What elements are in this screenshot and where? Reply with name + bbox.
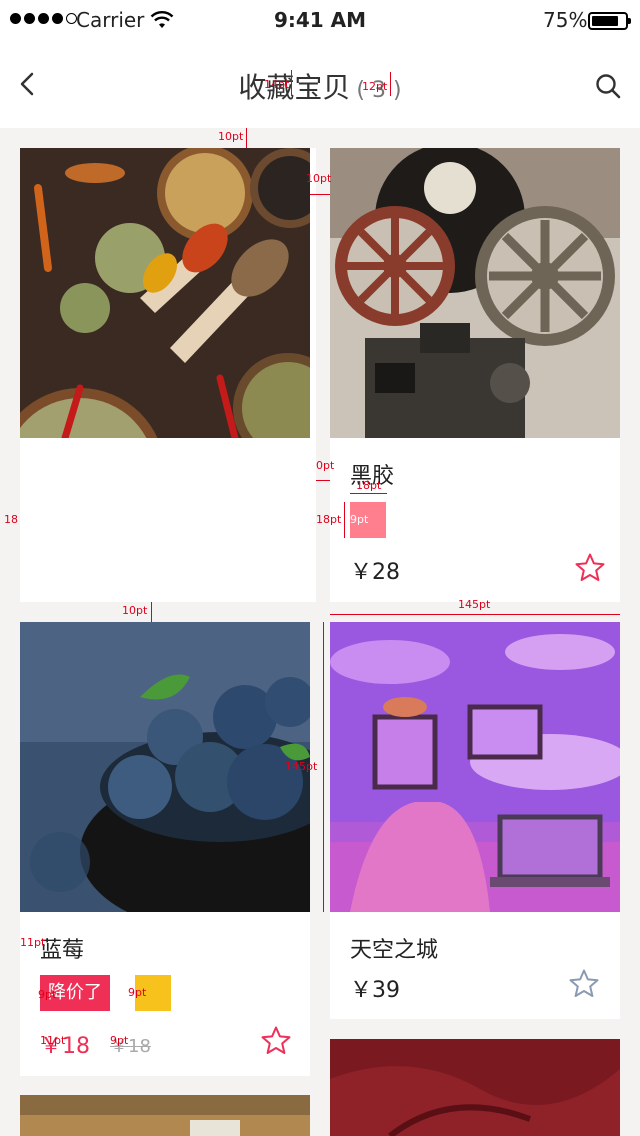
annotation: 18pt — [356, 479, 382, 492]
annotation-line — [390, 72, 391, 96]
page-title-text: 收藏宝贝 — [238, 71, 351, 104]
annotation: 11pt — [40, 1034, 66, 1047]
annotation-line — [151, 602, 152, 622]
nav-bar: 收藏宝贝( 3 ) — [0, 40, 640, 128]
product-card[interactable]: 天空之城 ￥39 — [330, 622, 620, 1019]
annotation-line — [316, 480, 330, 481]
product-image-film-projector[interactable] — [330, 148, 620, 438]
product-name: 天空之城 — [350, 938, 439, 963]
product-image-spices[interactable] — [20, 148, 310, 438]
annotation-line — [291, 70, 292, 96]
annotation-line — [350, 493, 387, 494]
annotation: 145pt — [285, 760, 318, 773]
favorite-star-icon[interactable] — [574, 552, 606, 584]
favorite-star-icon[interactable] — [260, 1025, 292, 1057]
annotation: 9pt — [38, 988, 57, 1001]
annotation: 11pt — [20, 936, 46, 949]
annotation: 0pt — [316, 459, 335, 472]
product-price: ￥28 — [350, 560, 400, 585]
annotation: 18 — [4, 513, 18, 526]
annotation-line — [323, 622, 324, 912]
annotation: 145pt — [458, 598, 491, 611]
favorite-star-icon[interactable] — [568, 968, 600, 1000]
annotation-line — [330, 614, 620, 615]
product-card[interactable]: 蓝莓 降价了 ￥18 ￥18 — [20, 622, 310, 1076]
annotation: 9pt — [110, 1034, 129, 1047]
annotation: 9pt — [128, 986, 147, 999]
product-name: 蓝莓 — [40, 938, 85, 963]
product-card[interactable] — [20, 1095, 310, 1136]
product-image-sky-city[interactable] — [330, 622, 620, 912]
product-card[interactable] — [330, 1039, 620, 1136]
search-icon[interactable] — [594, 72, 622, 100]
product-image[interactable] — [330, 1039, 620, 1136]
product-card[interactable] — [20, 148, 316, 602]
annotation: 9pt — [350, 513, 369, 526]
annotation: 10pt — [122, 604, 148, 617]
status-bar: Carrier 9:41 AM 75% — [0, 0, 640, 40]
product-card[interactable]: 黑胶 ￥28 — [330, 148, 620, 602]
product-price: ￥39 — [350, 978, 400, 1003]
annotation-line — [310, 194, 330, 195]
annotation-line — [344, 502, 345, 538]
battery-icon — [588, 12, 631, 30]
annotation: 10pt — [306, 172, 332, 185]
page-title: 收藏宝贝( 3 ) — [0, 66, 640, 106]
annotation: 12pt — [362, 80, 388, 93]
product-image[interactable] — [20, 1095, 310, 1136]
battery-percent: 75% — [543, 8, 588, 32]
annotation: 14pt — [264, 78, 290, 91]
annotation: 18pt — [316, 513, 342, 526]
annotation-line — [246, 128, 247, 148]
product-image-blueberries[interactable] — [20, 622, 310, 912]
annotation: 10pt — [218, 130, 244, 143]
